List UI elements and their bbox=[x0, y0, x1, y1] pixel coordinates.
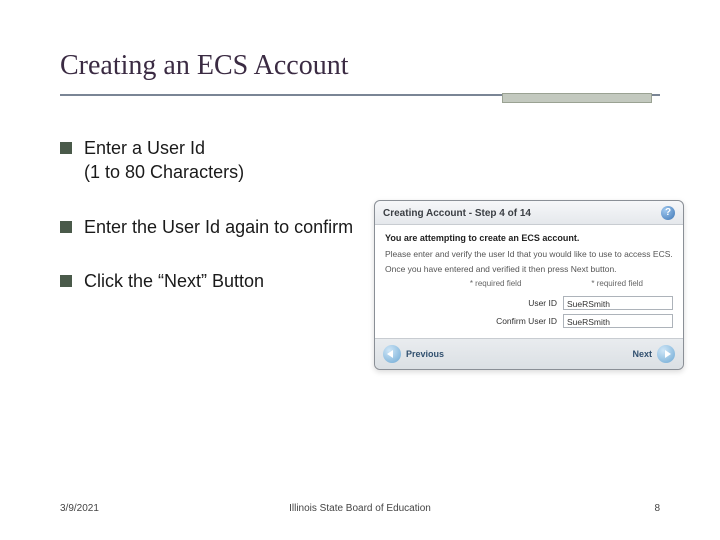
required-hint: * required field bbox=[470, 279, 522, 288]
arrow-left-icon bbox=[383, 345, 401, 363]
square-bullet-icon bbox=[60, 221, 72, 233]
bullet-text: Enter a User Id bbox=[84, 138, 205, 158]
required-hint: * required field bbox=[591, 279, 643, 288]
square-bullet-icon bbox=[60, 275, 72, 287]
account-wizard-modal: Creating Account - Step 4 of 14 ? You ar… bbox=[374, 200, 684, 370]
confirm-user-id-row: Confirm User ID SueRSmith bbox=[385, 314, 673, 328]
modal-footer: Previous Next bbox=[375, 338, 683, 369]
confirm-user-id-label: Confirm User ID bbox=[467, 316, 557, 326]
user-id-field[interactable]: SueRSmith bbox=[563, 296, 673, 310]
modal-instruction-1: Please enter and verify the user Id that… bbox=[385, 249, 673, 260]
modal-title: Creating Account - Step 4 of 14 bbox=[383, 208, 531, 219]
bullet-text: Enter the User Id again to confirm bbox=[84, 217, 353, 237]
user-id-label: User ID bbox=[467, 298, 557, 308]
footer-page: 8 bbox=[654, 503, 660, 514]
required-hints: * required field * required field bbox=[385, 279, 673, 288]
modal-heading-text: You are attempting to create an ECS acco… bbox=[385, 233, 673, 243]
previous-button[interactable]: Previous bbox=[383, 345, 444, 363]
arrow-right-icon bbox=[657, 345, 675, 363]
slide-footer: 3/9/2021 Illinois State Board of Educati… bbox=[60, 503, 660, 514]
help-icon[interactable]: ? bbox=[661, 206, 675, 220]
next-label: Next bbox=[632, 349, 652, 359]
slide-title: Creating an ECS Account bbox=[60, 50, 660, 82]
previous-label: Previous bbox=[406, 349, 444, 359]
title-rule bbox=[60, 94, 660, 108]
modal-body: You are attempting to create an ECS acco… bbox=[375, 225, 683, 338]
bullet-subtext: (1 to 80 Characters) bbox=[84, 160, 360, 184]
footer-org: Illinois State Board of Education bbox=[289, 503, 431, 514]
modal-header: Creating Account - Step 4 of 14 ? bbox=[375, 201, 683, 225]
next-button[interactable]: Next bbox=[632, 345, 675, 363]
modal-instruction-2: Once you have entered and verified it th… bbox=[385, 264, 673, 275]
user-id-row: User ID SueRSmith bbox=[385, 296, 673, 310]
footer-date: 3/9/2021 bbox=[60, 503, 99, 514]
square-bullet-icon bbox=[60, 142, 72, 154]
confirm-user-id-field[interactable]: SueRSmith bbox=[563, 314, 673, 328]
bullet-text: Click the “Next” Button bbox=[84, 271, 264, 291]
bullet-item: Enter the User Id again to confirm bbox=[60, 215, 360, 239]
bullet-list: Enter a User Id (1 to 80 Characters) Ent… bbox=[60, 136, 360, 293]
bullet-item: Click the “Next” Button bbox=[60, 269, 360, 293]
bullet-item: Enter a User Id (1 to 80 Characters) bbox=[60, 136, 360, 185]
